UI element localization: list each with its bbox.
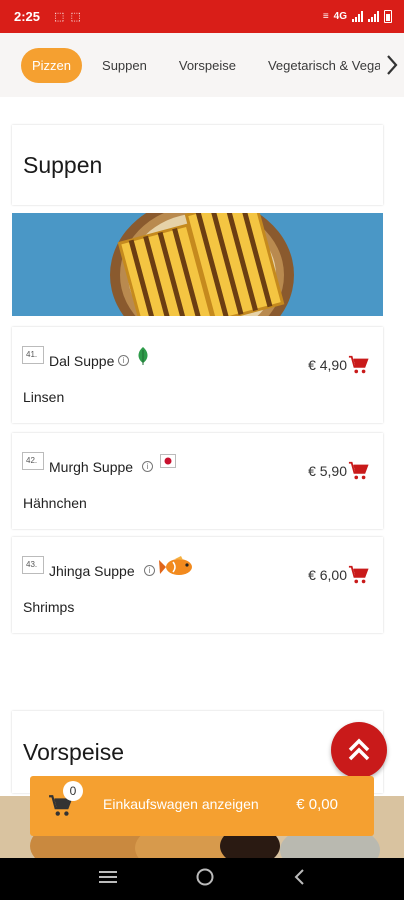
add-to-cart-icon[interactable] (348, 460, 370, 482)
item-price: € 5,90 (308, 463, 347, 479)
system-nav-bar (0, 858, 404, 900)
item-name: Jhinga Suppe (49, 563, 135, 579)
view-cart-button[interactable]: 0 Einkaufswagen anzeigen € 0,00 (30, 776, 374, 836)
home-icon[interactable] (195, 867, 215, 892)
leaf-icon (136, 346, 150, 371)
item-description: Shrimps (23, 599, 75, 615)
tab-pizzen[interactable]: Pizzen (21, 47, 83, 83)
category-tabs: Pizzen Suppen Vorspeise Vegetarisch & Ve… (0, 33, 404, 97)
section-banner-image (12, 213, 383, 316)
cart-total: € 0,00 (296, 796, 338, 813)
item-price: € 4,90 (308, 357, 347, 373)
add-to-cart-icon[interactable] (348, 564, 370, 586)
status-time: 2:25 (14, 9, 41, 24)
signal-icon (368, 11, 379, 22)
section-title: Suppen (12, 125, 383, 205)
notification-icon: ⬚ (54, 11, 65, 23)
item-description: Hähnchen (23, 495, 87, 511)
item-name: Murgh Suppe (49, 459, 134, 475)
volte-icon: ≡ (322, 11, 329, 22)
back-icon[interactable] (292, 868, 306, 891)
item-number: 43. (22, 556, 44, 574)
item-number: 42. (22, 452, 44, 470)
network-type: 4G (333, 11, 347, 22)
tab-vegetarisch-vegan[interactable]: Vegetarisch & Vegan (268, 58, 389, 73)
tab-vorspeise[interactable]: Vorspeise (179, 58, 236, 73)
item-price: € 6,00 (308, 567, 347, 583)
tab-suppen[interactable]: Suppen (102, 58, 147, 73)
scroll-to-top-button[interactable] (331, 722, 387, 778)
menu-item[interactable]: 42. Murgh Suppe i Hähnchen € 5,90 (12, 433, 383, 529)
info-icon[interactable]: i (118, 355, 129, 366)
menu-item[interactable]: 43. Jhinga Suppe i Shrimps € 6,00 (12, 537, 383, 633)
item-name: Dal Suppe (49, 353, 115, 369)
cart-label: Einkaufswagen anzeigen (103, 796, 259, 812)
status-bar: 2:25 ⬚ ⬚ ≡ 4G (0, 0, 404, 33)
info-icon[interactable]: i (142, 461, 153, 472)
cart-count-badge: 0 (63, 781, 83, 801)
signal-icon (352, 11, 363, 22)
japan-flag-icon (160, 454, 176, 473)
double-chevron-up-icon (348, 738, 370, 761)
fish-icon (159, 556, 197, 583)
menu-item[interactable]: 41. Dal Suppe i Linsen € 4,90 (12, 327, 383, 423)
add-to-cart-icon[interactable] (348, 354, 370, 376)
battery-icon (384, 10, 392, 23)
chevron-right-icon[interactable] (380, 33, 404, 97)
info-icon[interactable]: i (144, 565, 155, 576)
recent-apps-icon[interactable] (98, 869, 118, 890)
item-number: 41. (22, 346, 44, 364)
item-description: Linsen (23, 389, 65, 405)
notification-icon: ⬚ (70, 11, 81, 23)
